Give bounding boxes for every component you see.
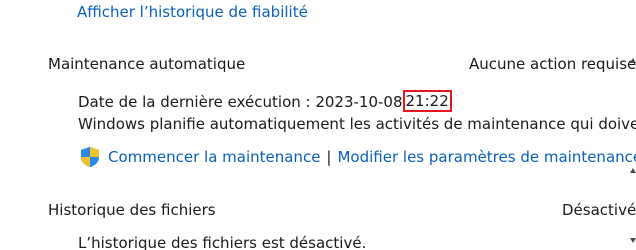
start-maintenance-link[interactable]: Commencer la maintenance [108, 148, 320, 166]
maintenance-description: Windows planifie automatiquement les act… [78, 115, 636, 133]
file-history-status: Désactivé [562, 201, 636, 219]
maintenance-section-title: Maintenance automatique [48, 55, 246, 73]
last-run-time-highlight: 21:22 [402, 90, 452, 112]
maintenance-status: Aucune action requise [469, 55, 636, 73]
uac-shield-icon [81, 147, 99, 167]
scroll-up-icon[interactable] [630, 58, 636, 63]
action-separator: | [326, 148, 332, 166]
file-history-section-title: Historique des fichiers [48, 201, 216, 219]
change-maintenance-settings-link[interactable]: Modifier les paramètres de maintenance [337, 148, 636, 166]
vertical-scrollbar[interactable] [630, 48, 636, 248]
control-panel-security-maintenance: Afficher l’historique de fiabilité Maint… [0, 0, 636, 250]
file-history-description: L’historique des fichiers est désactivé. [78, 234, 367, 250]
scroll-down-icon[interactable] [630, 238, 636, 243]
maintenance-actions: Commencer la maintenance | Modifier les pa… [108, 147, 636, 167]
last-run-line: Date de la dernière exécution : 2023-10-… [78, 90, 452, 113]
expand-indicator-icon [630, 168, 636, 173]
last-run-label: Date de la dernière exécution : 2023-10-… [78, 93, 403, 111]
reliability-history-link[interactable]: Afficher l’historique de fiabilité [77, 2, 308, 22]
